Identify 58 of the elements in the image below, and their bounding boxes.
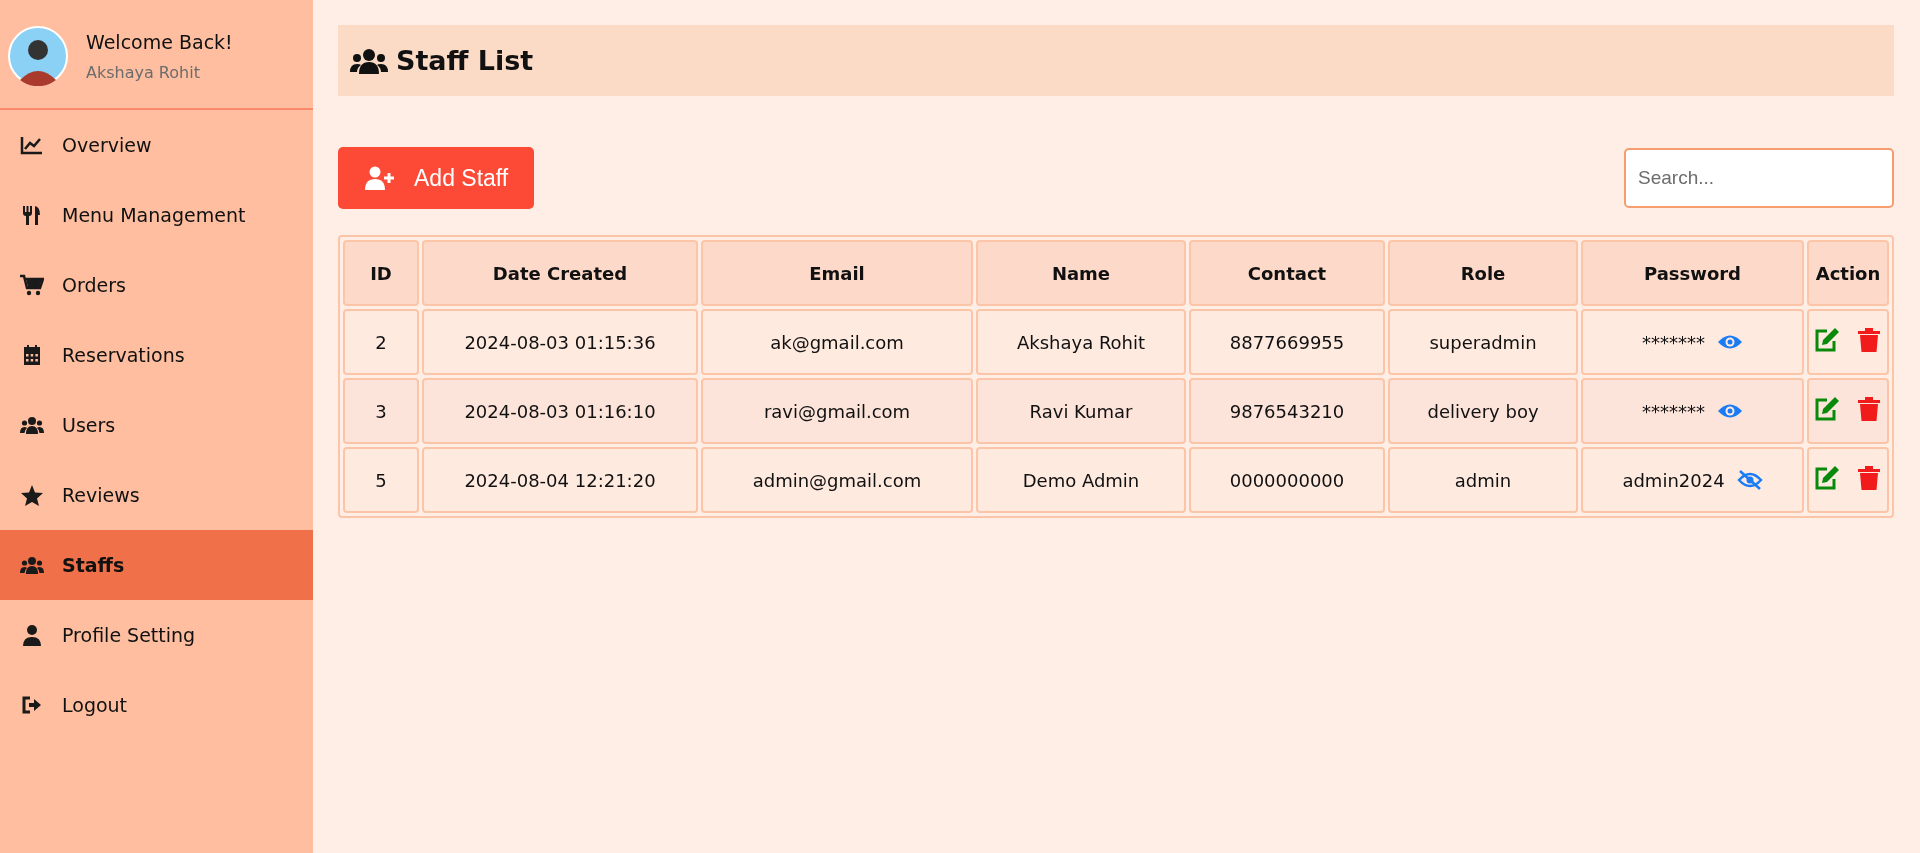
edit-icon[interactable]: [1814, 396, 1840, 422]
nav-item[interactable]: Reviews: [0, 460, 313, 530]
trash-icon[interactable]: [1856, 327, 1882, 353]
column-header: Contact: [1189, 240, 1385, 306]
password-text: *******: [1642, 400, 1705, 422]
table-cell: Ravi Kumar: [976, 378, 1186, 444]
table-cell: 8877669955: [1189, 309, 1385, 375]
table-cell: 0000000000: [1189, 447, 1385, 513]
table-cell: 2024-08-04 12:21:20: [422, 447, 698, 513]
nav-item[interactable]: Users: [0, 390, 313, 460]
table-cell: 2024-08-03 01:15:36: [422, 309, 698, 375]
column-header: Email: [701, 240, 973, 306]
trash-icon[interactable]: [1856, 465, 1882, 491]
edit-icon[interactable]: [1814, 327, 1840, 353]
table-cell: admin: [1388, 447, 1578, 513]
eye-slash-icon[interactable]: [1736, 470, 1763, 490]
column-header: Password: [1581, 240, 1804, 306]
table-cell: 2024-08-03 01:16:10: [422, 378, 698, 444]
chart-icon: [20, 134, 44, 156]
nav-item[interactable]: Reservations: [0, 320, 313, 390]
nav-item[interactable]: Logout: [0, 670, 313, 740]
cart-icon: [20, 274, 44, 296]
nav-item[interactable]: Orders: [0, 250, 313, 320]
table-cell: Demo Admin: [976, 447, 1186, 513]
star-icon: [20, 484, 44, 506]
password-text: *******: [1642, 331, 1705, 353]
person-icon: [20, 624, 44, 646]
table-cell: ravi@gmail.com: [701, 378, 973, 444]
table-cell: 5: [343, 447, 419, 513]
page-title: Staff List: [396, 45, 534, 76]
column-header: Name: [976, 240, 1186, 306]
column-header: Role: [1388, 240, 1578, 306]
avatar-icon: [8, 26, 68, 86]
users-icon: [20, 414, 44, 436]
user-name: Akshaya Rohit: [86, 62, 201, 82]
edit-icon[interactable]: [1814, 465, 1840, 491]
users-icon: [350, 46, 388, 75]
users-icon: [20, 554, 44, 576]
nav-item[interactable]: Profile Setting: [0, 600, 313, 670]
nav-item[interactable]: Overview: [0, 110, 313, 180]
column-header: ID: [343, 240, 419, 306]
table-cell: 2: [343, 309, 419, 375]
table-cell: admin@gmail.com: [701, 447, 973, 513]
column-header: Action: [1807, 240, 1889, 306]
table-cell: ak@gmail.com: [701, 309, 973, 375]
nav-item[interactable]: Menu Management: [0, 180, 313, 250]
welcome-text: Welcome Back!: [86, 30, 233, 53]
user-plus-icon: [364, 166, 396, 190]
table-cell: 9876543210: [1189, 378, 1385, 444]
column-header: Date Created: [422, 240, 698, 306]
password-text: admin2024: [1622, 469, 1725, 491]
table-cell: delivery boy: [1388, 378, 1578, 444]
table-cell: 3: [343, 378, 419, 444]
search-field[interactable]: Search...: [1624, 148, 1894, 208]
trash-icon[interactable]: [1856, 396, 1882, 422]
table-cell: Akshaya Rohit: [976, 309, 1186, 375]
nav-item[interactable]: Staffs: [0, 530, 313, 600]
table-cell: superadmin: [1388, 309, 1578, 375]
